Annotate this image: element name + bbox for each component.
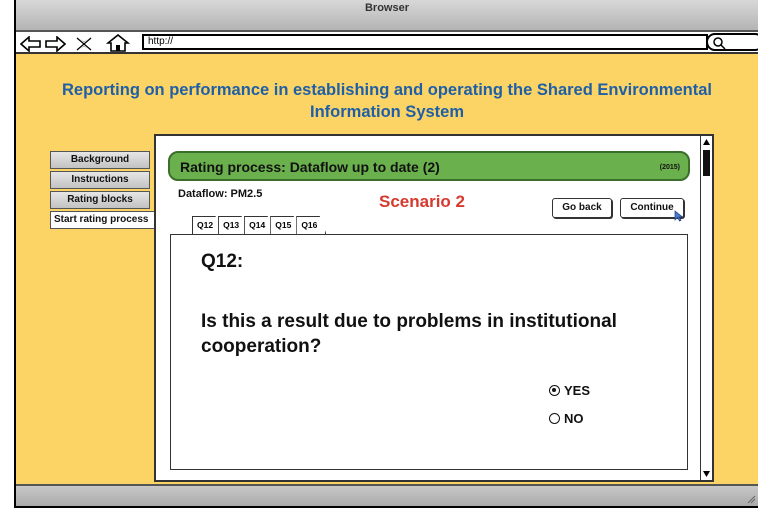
tab-q15[interactable]: Q15: [270, 216, 301, 234]
banner-title: Rating process: Dataflow up to date (2): [180, 159, 440, 175]
option-no[interactable]: NO: [549, 411, 584, 426]
question-tabs: Q12 Q13 Q14 Q15 Q16: [192, 216, 327, 234]
radio-no[interactable]: [549, 413, 560, 424]
radio-yes[interactable]: [549, 385, 560, 396]
url-input[interactable]: http://: [142, 34, 708, 50]
browser-window: Browser http:// Reporting on performance…: [14, 0, 758, 508]
sidebar-item-rating-blocks[interactable]: Rating blocks: [50, 191, 150, 209]
tab-q16[interactable]: Q16: [296, 216, 327, 234]
question-text: Is this a result due to problems in inst…: [201, 311, 617, 357]
go-back-button[interactable]: Go back: [552, 198, 612, 218]
tab-q13[interactable]: Q13: [218, 216, 249, 234]
page-viewport[interactable]: Reporting on performance in establishing…: [16, 52, 758, 484]
panel-scrollbar[interactable]: [700, 136, 712, 480]
sidebar-item-start-rating-process[interactable]: Start rating process: [50, 211, 160, 229]
page-title: Reporting on performance in establishing…: [61, 81, 712, 121]
rating-panel: Rating process: Dataflow up to date (2) …: [154, 134, 714, 482]
close-icon[interactable]: [74, 34, 94, 54]
status-bar: [16, 484, 758, 506]
resize-grip-icon[interactable]: [746, 494, 756, 504]
window-title: Browser: [364, 2, 410, 14]
scroll-down-icon[interactable]: [702, 469, 711, 478]
forward-arrow-icon[interactable]: [44, 34, 66, 54]
question-label: Q12:: [201, 251, 244, 272]
sidebar: Background Instructions Rating blocks St…: [50, 151, 160, 231]
sidebar-item-instructions[interactable]: Instructions: [50, 171, 150, 189]
scenario-label: Scenario 2: [379, 192, 465, 211]
option-no-label: NO: [564, 411, 584, 426]
option-yes[interactable]: YES: [549, 383, 590, 398]
search-icon: [713, 37, 726, 50]
option-yes-label: YES: [564, 383, 591, 398]
dataflow-label: Dataflow: PM2.5: [178, 188, 263, 200]
scroll-thumb[interactable]: [703, 150, 710, 176]
home-icon[interactable]: [106, 33, 130, 53]
back-arrow-icon[interactable]: [20, 34, 42, 54]
sidebar-item-background[interactable]: Background: [50, 151, 150, 169]
tab-q14[interactable]: Q14: [244, 216, 275, 234]
scroll-up-icon[interactable]: [702, 138, 711, 147]
tab-q12[interactable]: Q12: [192, 216, 223, 234]
cursor-icon: [674, 210, 684, 222]
search-field[interactable]: [706, 33, 758, 51]
banner-year: (2015): [659, 164, 680, 171]
question-box: Q12: Is this a result due to problems in…: [170, 234, 688, 470]
title-bar: Browser: [16, 0, 758, 32]
panel-banner: Rating process: Dataflow up to date (2) …: [168, 151, 690, 181]
